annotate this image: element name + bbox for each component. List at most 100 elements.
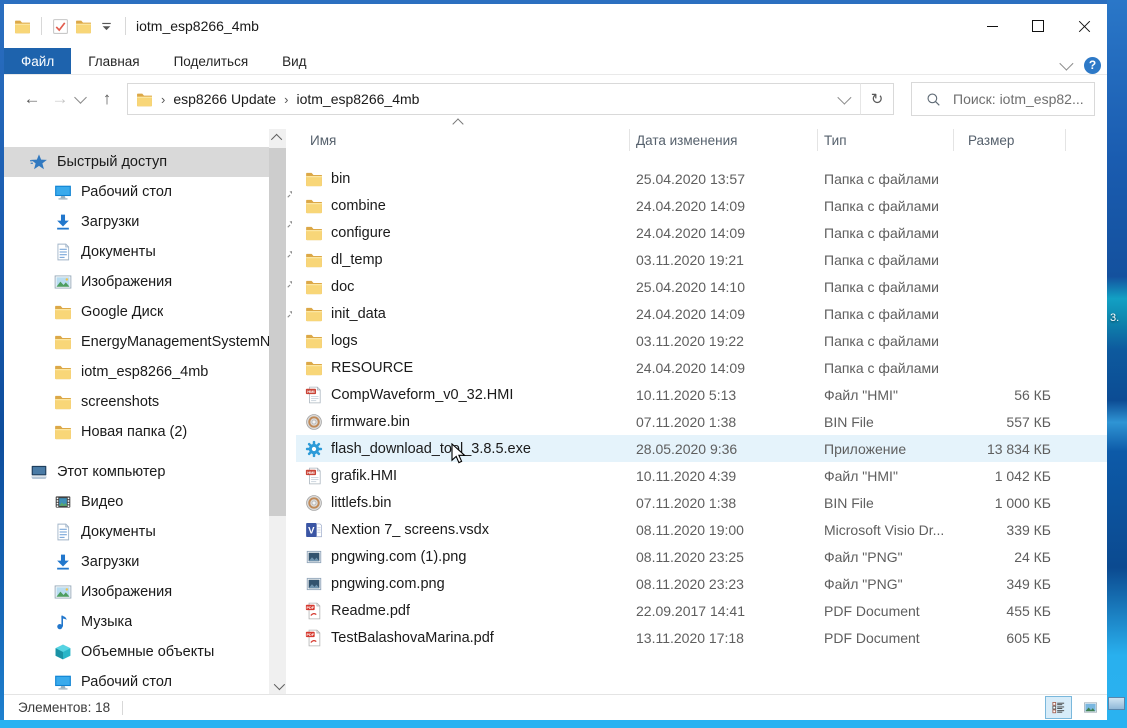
breadcrumb-item[interactable]: › iotm_esp8266_4mb	[276, 91, 419, 107]
breadcrumb-item[interactable]: › esp8266 Update	[153, 91, 276, 107]
sidebar-item[interactable]: Рабочий стол	[4, 177, 292, 207]
sidebar-item[interactable]: Видео	[4, 487, 292, 517]
scroll-down-icon[interactable]	[269, 677, 286, 694]
properties-checkbox-icon[interactable]	[52, 18, 69, 35]
address-dropdown-button[interactable]	[826, 94, 860, 104]
minimize-button[interactable]	[969, 4, 1015, 48]
sidebar-item[interactable]: EnergyManagementSystemN	[4, 327, 292, 357]
ribbon-tab[interactable]: Файл	[4, 48, 71, 74]
file-date: 07.11.2020 1:38	[630, 495, 818, 511]
search-box[interactable]	[911, 82, 1095, 116]
sidebar-item[interactable]: Документы	[4, 237, 292, 267]
file-row[interactable]: logs 03.11.2020 19:22 Папка с файлами	[296, 327, 1107, 354]
ribbon-tab-bar: ФайлГлавнаяПоделитьсяВид	[4, 48, 1107, 75]
sidebar-item-label: Быстрый доступ	[57, 154, 167, 170]
status-bar: Элементов: 18	[4, 694, 1107, 720]
new-folder-icon[interactable]	[75, 18, 92, 35]
scrollbar-thumb[interactable]	[269, 148, 286, 516]
file-name: bin	[331, 171, 350, 187]
ribbon-tab[interactable]: Вид	[265, 48, 323, 74]
customize-toolbar-dropdown-icon[interactable]	[98, 18, 115, 35]
ribbon-tab[interactable]: Поделиться	[157, 48, 266, 74]
file-date: 10.11.2020 5:13	[630, 387, 818, 403]
file-row[interactable]: combine 24.04.2020 14:09 Папка с файлами	[296, 192, 1107, 219]
sidebar-item[interactable]: Загрузки	[4, 547, 292, 577]
maximize-button[interactable]	[1015, 4, 1061, 48]
desktop-icon-label: 3.	[1110, 312, 1119, 324]
sidebar-item[interactable]: Быстрый доступ	[4, 147, 284, 177]
file-row[interactable]: flash_download_tool_3.8.5.exe 28.05.2020…	[296, 435, 1107, 462]
explorer-window: iotm_esp8266_4mb ФайлГлавнаяПоделитьсяВи…	[4, 4, 1107, 720]
sidebar-item[interactable]: Объемные объекты	[4, 637, 292, 667]
close-button[interactable]	[1061, 4, 1107, 48]
thumbnails-view-button[interactable]	[1077, 696, 1104, 719]
sidebar-item[interactable]: Музыка	[4, 607, 292, 637]
file-name-cell: doc	[296, 278, 630, 296]
recent-locations-icon[interactable]	[74, 91, 87, 104]
sidebar-item-icon	[30, 153, 48, 171]
file-type-icon	[305, 521, 323, 539]
file-row[interactable]: doc 25.04.2020 14:10 Папка с файлами	[296, 273, 1107, 300]
details-view-button[interactable]	[1045, 696, 1072, 719]
file-name-cell: pngwing.com.png	[296, 575, 630, 593]
search-input[interactable]	[951, 90, 1085, 108]
column-header-label: Тип	[824, 133, 847, 148]
column-header-date[interactable]: Дата изменения	[630, 129, 818, 151]
refresh-button[interactable]: ↻	[860, 83, 894, 115]
sidebar-item-label: Новая папка (2)	[81, 424, 187, 440]
file-row[interactable]: bin 25.04.2020 13:57 Папка с файлами	[296, 165, 1107, 192]
file-row[interactable]: pngwing.com.png 08.11.2020 23:23 Файл "P…	[296, 570, 1107, 597]
divider	[125, 17, 126, 35]
file-row[interactable]: configure 24.04.2020 14:09 Папка с файла…	[296, 219, 1107, 246]
file-row[interactable]: RESOURCE 24.04.2020 14:09 Папка с файлам…	[296, 354, 1107, 381]
file-row[interactable]: firmware.bin 07.11.2020 1:38 BIN File 55…	[296, 408, 1107, 435]
file-name: Nextion 7_ screens.vsdx	[331, 522, 489, 538]
file-row[interactable]: CompWaveform_v0_32.HMI 10.11.2020 5:13 Ф…	[296, 381, 1107, 408]
sidebar-item-icon	[54, 183, 72, 201]
file-row[interactable]: pngwing.com (1).png 08.11.2020 23:25 Фай…	[296, 543, 1107, 570]
sidebar-item[interactable]: Этот компьютер	[4, 457, 284, 487]
file-size: 1 042 КБ	[954, 468, 1066, 484]
file-size: 56 КБ	[954, 387, 1066, 403]
file-row[interactable]: TestBalashovaMarina.pdf 13.11.2020 17:18…	[296, 624, 1107, 651]
sidebar-item[interactable]: Рабочий стол	[4, 667, 292, 694]
sidebar-item[interactable]: Загрузки	[4, 207, 292, 237]
forward-button[interactable]: →	[46, 89, 74, 109]
file-row[interactable]: dl_temp 03.11.2020 19:21 Папка с файлами	[296, 246, 1107, 273]
file-row[interactable]: littlefs.bin 07.11.2020 1:38 BIN File 1 …	[296, 489, 1107, 516]
file-name-cell: grafik.HMI	[296, 467, 630, 485]
ribbon-tab[interactable]: Главная	[71, 48, 156, 74]
file-type: PDF Document	[818, 630, 954, 646]
file-name: logs	[331, 333, 358, 349]
sidebar-item-label: Загрузки	[81, 554, 139, 570]
sidebar-scrollbar[interactable]	[269, 129, 286, 694]
sidebar-item-label: Рабочий стол	[81, 184, 172, 200]
folder-icon	[136, 91, 153, 108]
sidebar-item[interactable]: Изображения	[4, 577, 292, 607]
sidebar-item[interactable]: iotm_esp8266_4mb	[4, 357, 292, 387]
column-header-size[interactable]: Размер	[954, 129, 1066, 151]
file-date: 08.11.2020 23:25	[630, 549, 818, 565]
back-button[interactable]: ←	[18, 89, 46, 109]
sidebar-item[interactable]: Документы	[4, 517, 292, 547]
sidebar-item-label: Изображения	[81, 274, 172, 290]
minimize-icon	[987, 26, 998, 27]
file-date: 24.04.2020 14:09	[630, 198, 818, 214]
sidebar-item[interactable]: Новая папка (2)	[4, 417, 292, 447]
sidebar-item[interactable]: Google Диск	[4, 297, 292, 327]
column-header-name[interactable]: Имя	[296, 129, 630, 151]
file-row[interactable]: grafik.HMI 10.11.2020 4:39 Файл "HMI" 1 …	[296, 462, 1107, 489]
sidebar-item-icon	[54, 493, 72, 511]
file-row[interactable]: init_data 24.04.2020 14:09 Папка с файла…	[296, 300, 1107, 327]
column-header-type[interactable]: Тип	[818, 129, 954, 151]
scroll-up-icon[interactable]	[269, 129, 286, 146]
up-button[interactable]: ↑	[93, 89, 121, 109]
sidebar-item[interactable]: screenshots	[4, 387, 292, 417]
sidebar-item-label: Google Диск	[81, 304, 163, 320]
folder-icon	[14, 18, 31, 35]
address-bar[interactable]: › esp8266 Update › iotm_esp8266_4mb	[127, 83, 861, 115]
file-row[interactable]: Nextion 7_ screens.vsdx 08.11.2020 19:00…	[296, 516, 1107, 543]
crumb-separator-icon: ›	[284, 92, 288, 107]
file-row[interactable]: Readme.pdf 22.09.2017 14:41 PDF Document…	[296, 597, 1107, 624]
sidebar-item[interactable]: Изображения	[4, 267, 292, 297]
